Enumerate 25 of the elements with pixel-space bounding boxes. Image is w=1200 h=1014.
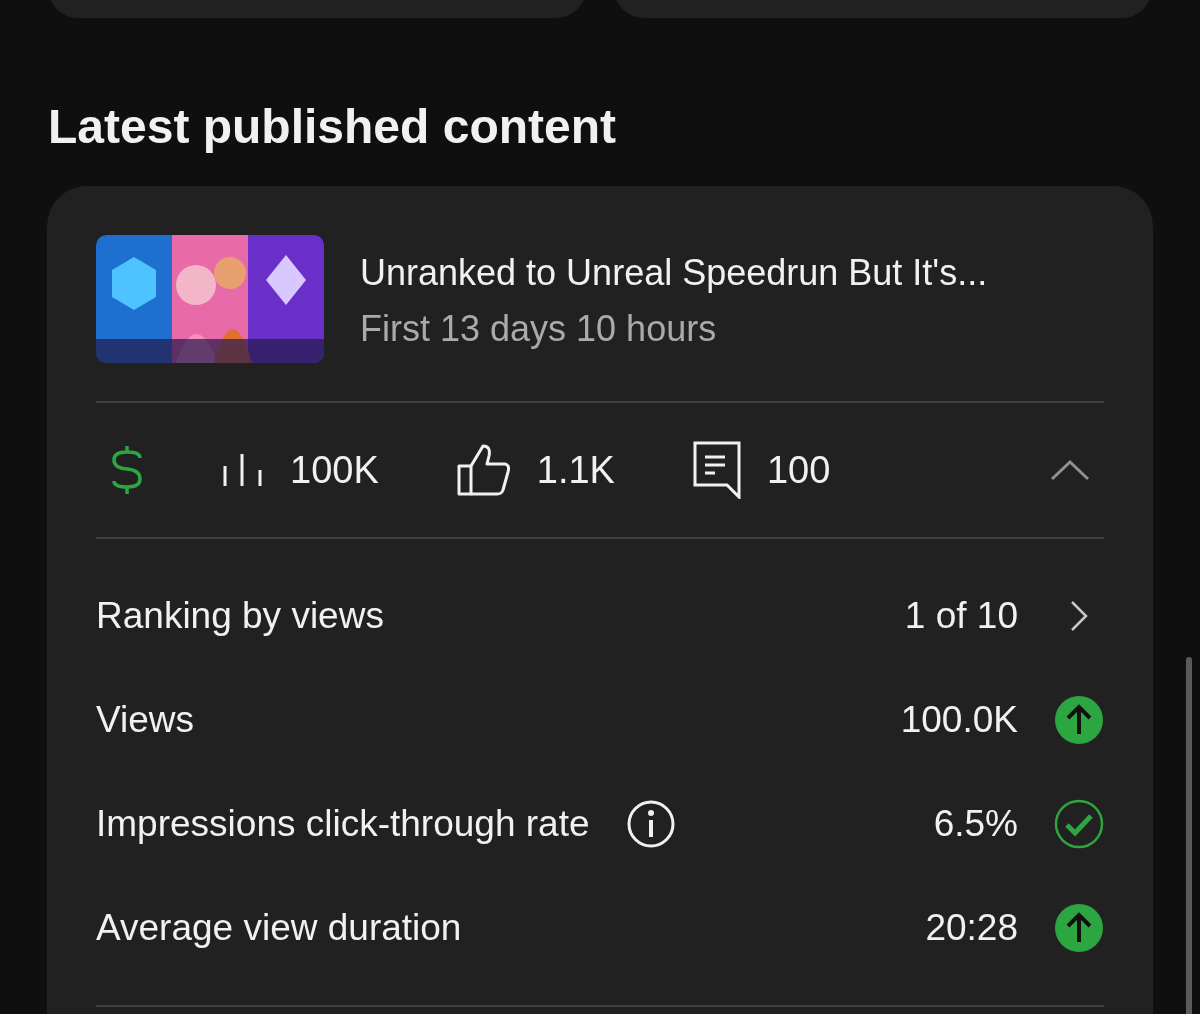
metric-label: Impressions click-through rate <box>96 803 590 845</box>
stat-count: 100K <box>290 448 379 492</box>
chevron-right-icon[interactable] <box>1070 600 1088 632</box>
metric-value: 20:28 <box>925 907 1018 949</box>
metric-label: Views <box>96 699 195 741</box>
thumbs-up-icon <box>456 444 511 496</box>
arrow-up-icon <box>1054 695 1104 745</box>
checkmark-icon <box>1054 799 1104 849</box>
dollar-icon <box>110 444 144 496</box>
arrow-up-icon <box>1054 903 1104 953</box>
metric-label: Ranking by views <box>96 595 384 637</box>
comment-icon <box>692 441 741 499</box>
collapse-button[interactable] <box>1050 459 1090 481</box>
stat-count: 1.1K <box>536 448 615 492</box>
metric-value: 6.5% <box>933 803 1018 845</box>
video-age: First 13 days 10 hours <box>360 307 718 351</box>
section-heading: Latest published content <box>48 102 618 152</box>
metric-value: 100.0K <box>900 699 1018 741</box>
scrollbar[interactable] <box>1186 657 1192 1014</box>
stat-count: 100 <box>766 448 831 492</box>
metric-value: 1 of 10 <box>904 595 1018 637</box>
info-icon[interactable] <box>625 799 676 849</box>
bar-chart-icon <box>222 452 264 488</box>
metric-label: Average view duration <box>96 907 462 949</box>
video-title[interactable]: Unranked to Unreal Speedrun But It's... <box>360 251 988 295</box>
